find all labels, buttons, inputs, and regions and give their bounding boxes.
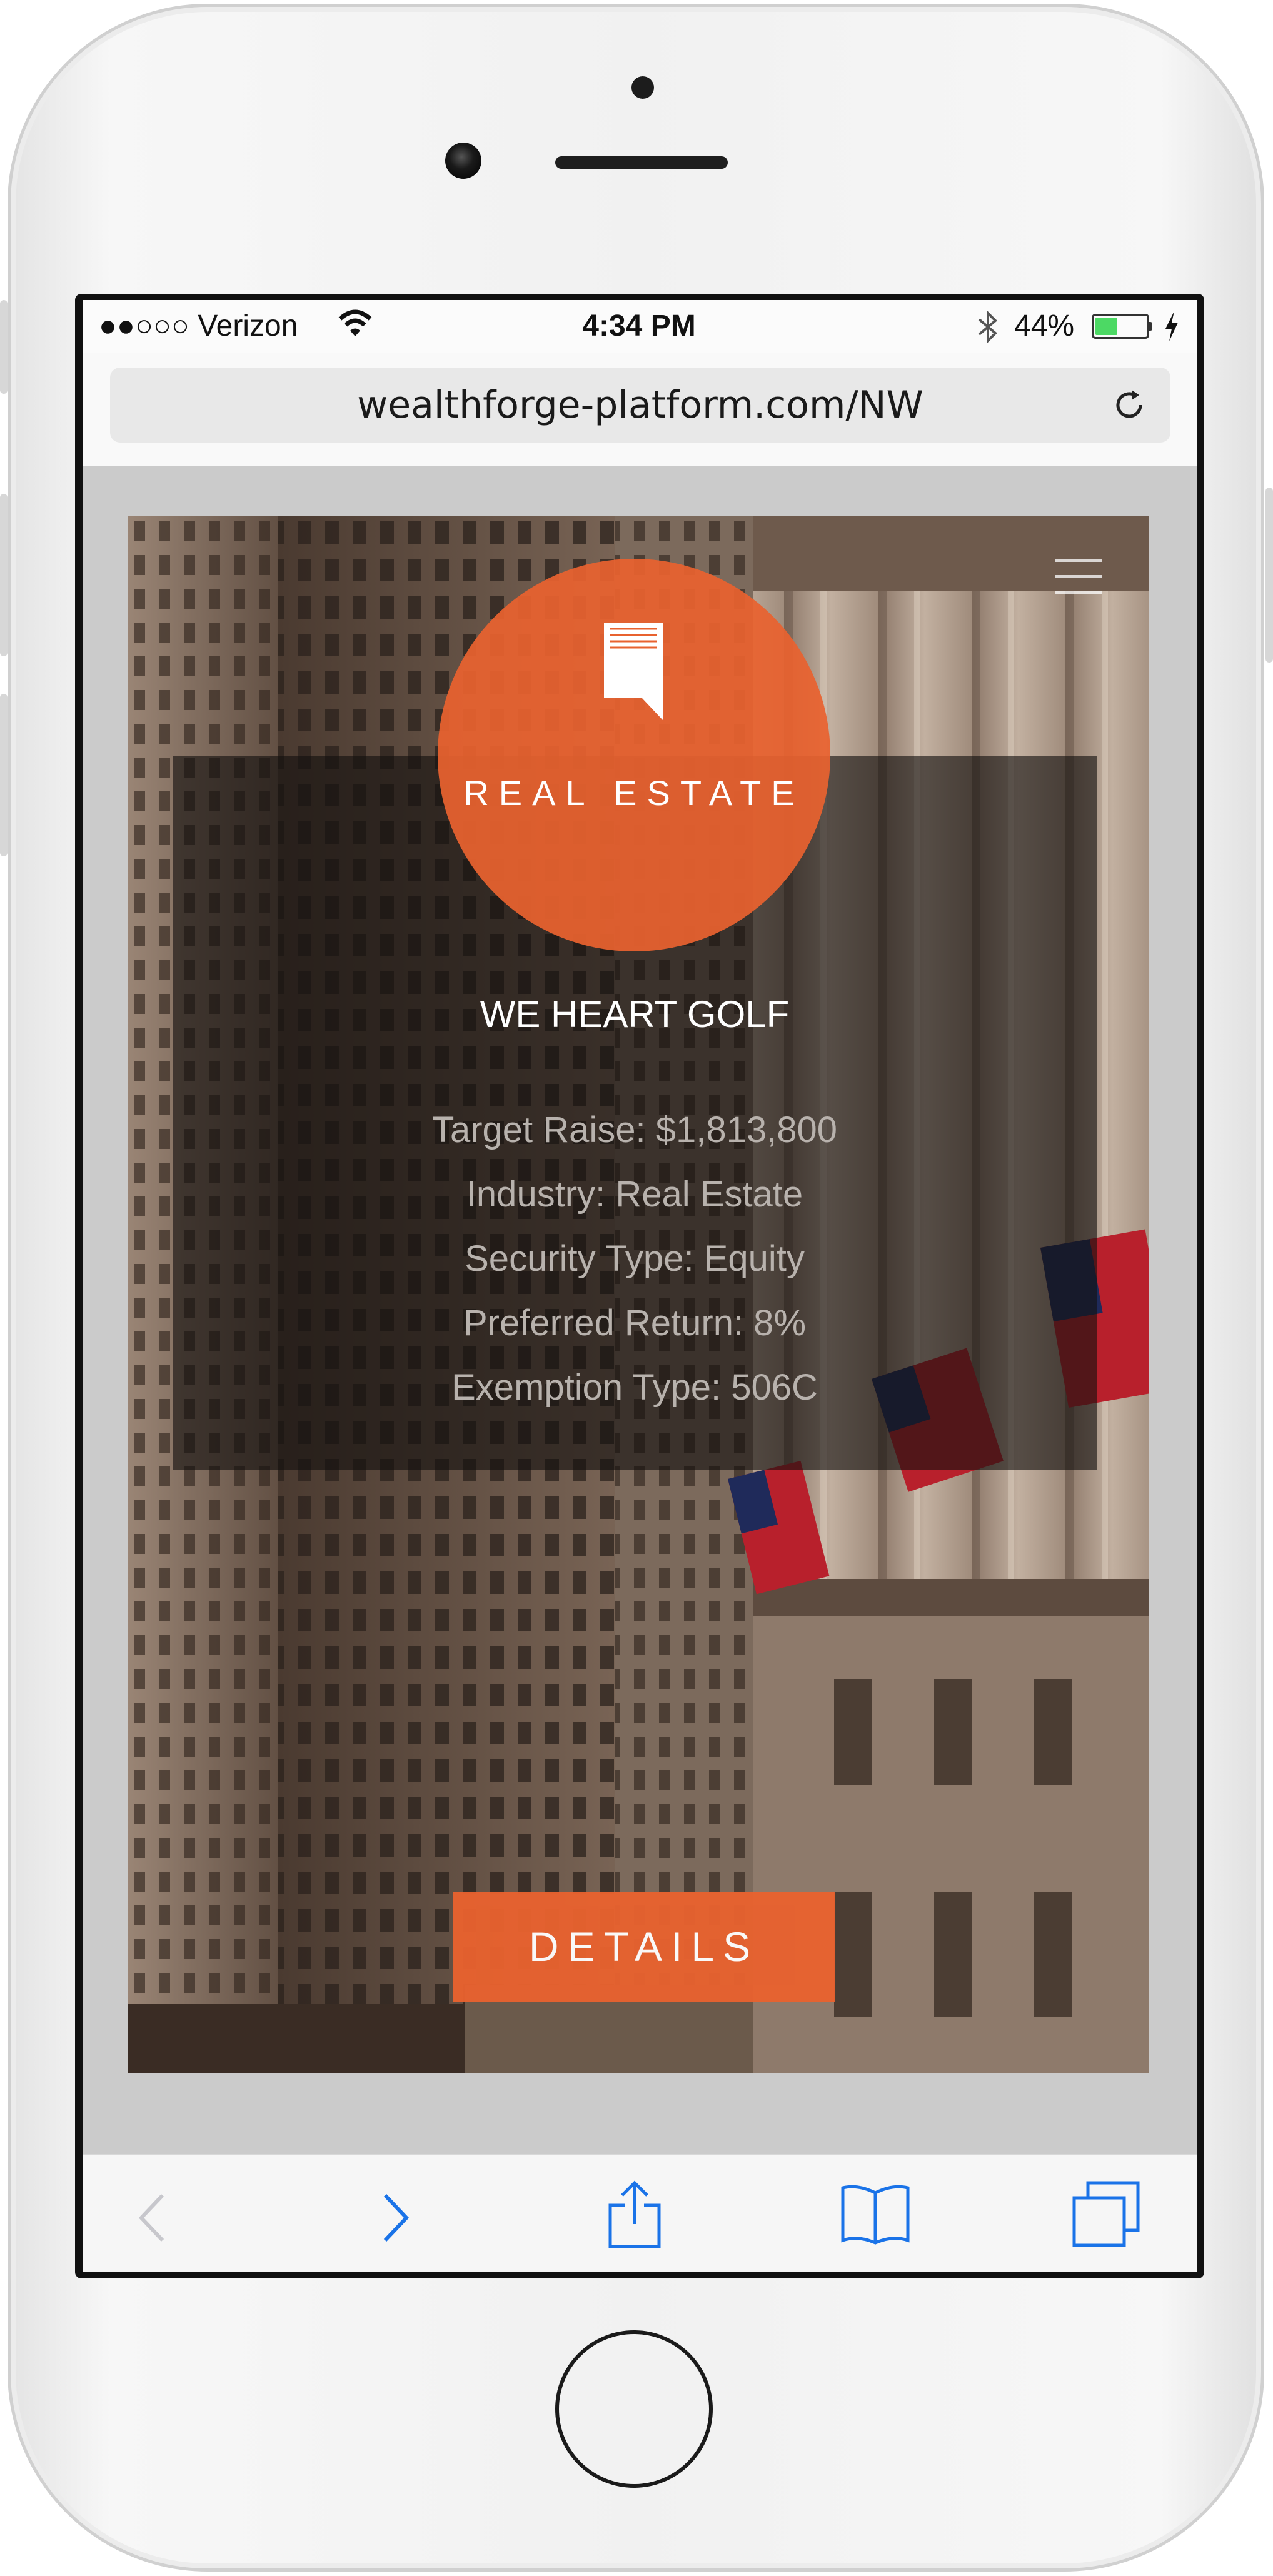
url-text[interactable]: wealthforge-platform.com/NW [110, 368, 1170, 443]
back-icon[interactable] [136, 2192, 168, 2247]
detail-target-raise: Target Raise: $1,813,800 [431, 1110, 838, 1150]
charging-bolt-icon [1164, 311, 1179, 344]
detail-industry: Industry: Real Estate [466, 1174, 803, 1215]
detail-preferred-return: Preferred Return: 8% [463, 1303, 807, 1343]
detail-security-type: Security Type: Equity [465, 1238, 805, 1279]
status-time: 4:34 PM [582, 309, 696, 343]
battery-percent: 44% [1014, 309, 1075, 343]
sensor-dot [631, 76, 654, 99]
listing-hero-card: REAL ESTATE WE HEART GOLF Target Raise: … [128, 516, 1149, 2073]
earpiece-speaker [555, 156, 728, 169]
volume-up-button [0, 494, 8, 656]
listing-details: Target Raise: $1,813,800 Industry: Real … [173, 1098, 1097, 1420]
browser-toolbar [83, 2154, 1197, 2272]
detail-exemption-type: Exemption Type: 506C [451, 1367, 818, 1408]
home-button[interactable] [555, 2330, 713, 2488]
bookmarks-icon[interactable] [839, 2183, 912, 2248]
tabs-icon[interactable] [1070, 2180, 1142, 2252]
details-button[interactable]: DETAILS [453, 1892, 835, 2002]
volume-down-button [0, 694, 8, 856]
listing-title: WE HEART GOLF [480, 993, 790, 1035]
wifi-icon [338, 305, 373, 358]
forward-icon[interactable] [380, 2192, 411, 2247]
category-badge [438, 559, 830, 951]
category-label: REAL ESTATE [463, 773, 805, 813]
carrier-label: ●●○○○ Verizon [99, 309, 298, 343]
reload-icon[interactable] [1110, 386, 1148, 426]
mute-switch [0, 300, 8, 394]
document-bookmark-icon [604, 623, 663, 723]
front-camera [445, 143, 481, 179]
hamburger-menu-icon[interactable] [1055, 559, 1102, 595]
power-button [1265, 488, 1273, 663]
status-bar: ●●○○○ Verizon 4:34 PM 44% [83, 300, 1197, 353]
share-icon[interactable] [606, 2180, 663, 2253]
battery-level [1095, 318, 1117, 335]
battery-icon [1092, 314, 1152, 339]
